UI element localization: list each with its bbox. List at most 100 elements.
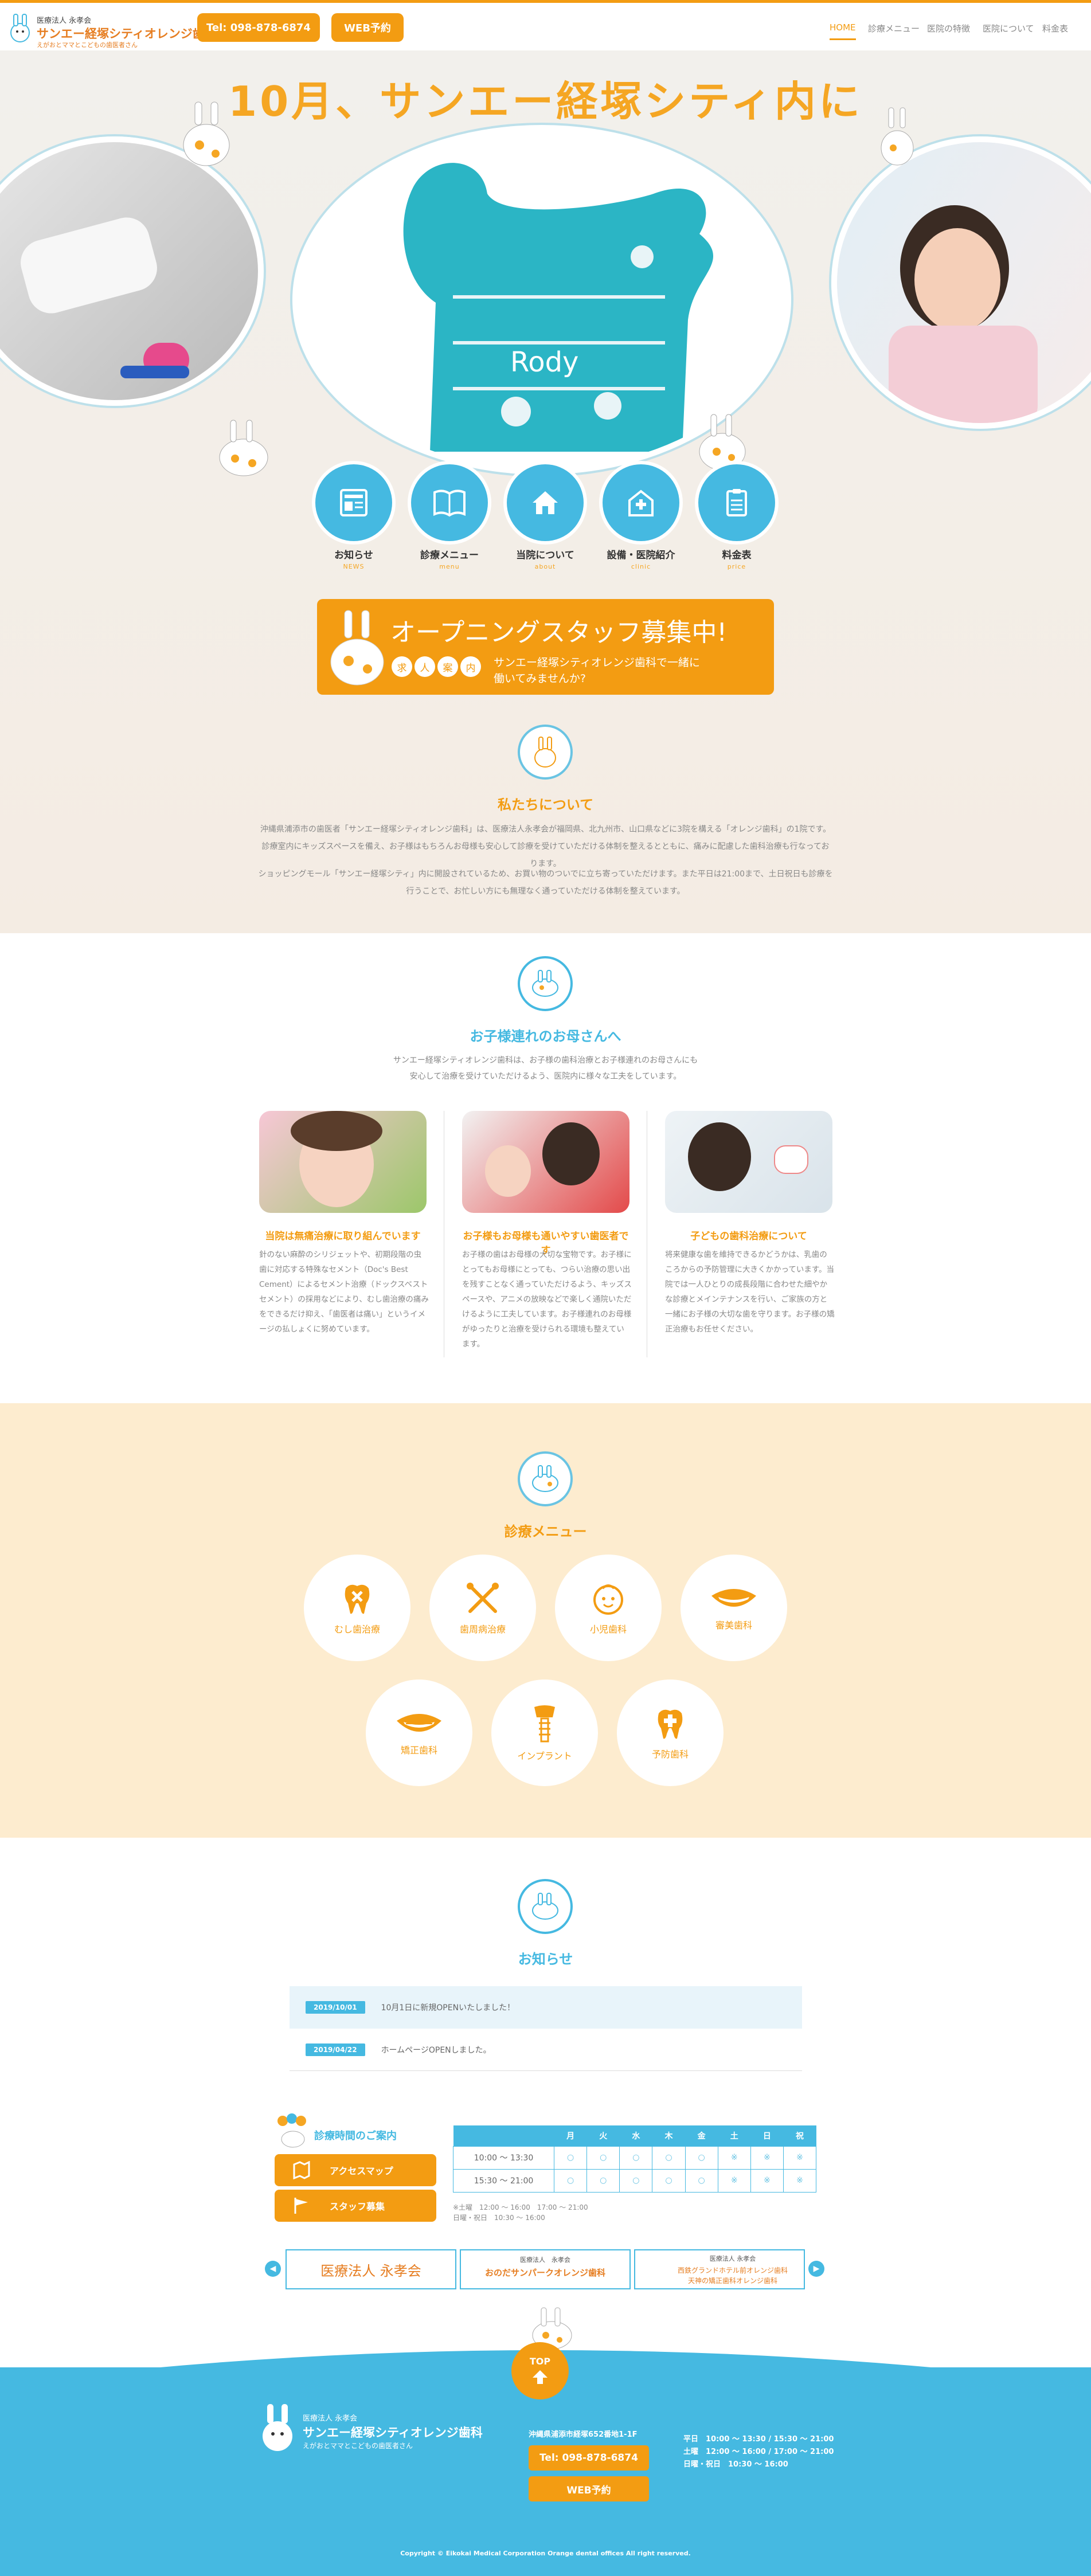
arrow-up-icon: [533, 2370, 548, 2384]
logo-corp: 医療法人 永孝会: [37, 17, 92, 25]
rody-mascot-icon: [219, 420, 268, 476]
decayed-tooth-icon: [345, 1584, 370, 1614]
menu-periodontal-button[interactable]: 歯周病治療: [429, 1555, 536, 1661]
card-photo-girl-flower: [259, 1111, 427, 1213]
kids-intro-1: サンエー経塚シティオレンジ歯科は、お子様の歯科治療とお子様連れのお母さんにも: [393, 1056, 698, 1065]
banner-tenjin[interactable]: 医療法人 永孝会 西鉄グランドホテル前オレンジ歯科 天神の矯正歯科オレンジ歯科: [634, 2249, 805, 2289]
schedule-time: 10:00 ～ 13:30: [453, 2146, 554, 2170]
footer-web-button[interactable]: WEB予約: [529, 2476, 649, 2501]
tel-button[interactable]: Tel: 098-878-6874: [197, 13, 320, 42]
quicknav-about-button[interactable]: [507, 464, 584, 541]
kids-intro-2: 安心して治療を受けていただけるよう、医院内に様々な工夫をしています。: [409, 1072, 682, 1081]
web-reserve-button[interactable]: WEB予約: [331, 13, 404, 42]
quicknav-clinic-button[interactable]: [603, 464, 679, 541]
schedule-cell: ○: [553, 2168, 588, 2193]
menu-cosmetic-button[interactable]: 審美歯科: [681, 1555, 787, 1661]
rody-icon: [534, 737, 556, 768]
footer-sub: えがおとママとこどもの歯医者さん: [303, 2442, 413, 2450]
dental-tools-icon: [467, 1583, 499, 1613]
quicknav-about-label: 当院について: [516, 550, 574, 561]
schedule-row: 10:00 ～ 13:30 ○ ○ ○ ○ ○ ※ ※ ※: [453, 2146, 817, 2170]
news-title: お知らせ: [518, 1951, 573, 1967]
quicknav-menu-label: 診療メニュー: [420, 550, 479, 561]
access-map-button[interactable]: アクセスマップ: [275, 2154, 436, 2186]
menu-orthodontic-button[interactable]: 矯正歯科: [366, 1680, 472, 1786]
menu-caries-button[interactable]: むし歯治療: [304, 1555, 410, 1661]
menu-cosmetic-label: 審美歯科: [715, 1620, 752, 1631]
menu-periodontal-label: 歯周病治療: [459, 1624, 506, 1635]
staff-recruit-label: スタッフ募集: [330, 2201, 385, 2212]
news-item[interactable]: 2019/04/22 ホームページOPENしました。: [290, 2029, 802, 2071]
site-logo[interactable]: 医療法人 永孝会 サンエー経塚シティオレンジ歯科 えがおとママとこどもの歯医者さ…: [8, 11, 217, 49]
schedule-cell: ※: [783, 2146, 817, 2170]
schedule-title: 診療時間のご案内: [314, 2130, 397, 2142]
nav-home[interactable]: HOME: [830, 22, 856, 40]
logo-sub: えがおとママとこどもの歯医者さん: [37, 41, 138, 49]
quicknav-price-sub: price: [727, 563, 746, 570]
news-date: 2019/04/22: [306, 2043, 365, 2056]
nav-about[interactable]: 医院について: [983, 22, 1034, 34]
banner-prev-icon[interactable]: ◀: [265, 2261, 281, 2277]
rody-mascot-icon: [881, 107, 914, 166]
menu-implant-button[interactable]: インプラント: [491, 1680, 598, 1786]
rody-text: Rody: [510, 346, 578, 378]
staff-recruit-button[interactable]: スタッフ募集: [275, 2190, 436, 2222]
quicknav-price-label: 料金表: [722, 550, 752, 561]
nav-menu[interactable]: 診療メニュー: [868, 22, 920, 34]
quicknav-about-sub: about: [534, 563, 556, 570]
menu-implant-label: インプラント: [517, 1751, 572, 1761]
schedule-cell: ○: [553, 2146, 588, 2170]
banner-onoda-corp: 医療法人 永孝会: [520, 2256, 570, 2264]
flag-icon: [294, 2198, 308, 2214]
news-text: ホームページOPENしました。: [381, 2045, 491, 2055]
menu-pediatric-button[interactable]: 小児歯科: [555, 1555, 662, 1661]
back-to-top-label: TOP: [529, 2356, 551, 2367]
schedule-header: 木: [652, 2125, 685, 2146]
nav-price[interactable]: 料金表: [1042, 22, 1068, 34]
schedule-cell: ○: [685, 2146, 718, 2170]
kids-badge: [518, 956, 573, 1011]
quicknav-menu-sub: menu: [439, 563, 460, 570]
banner-tenjin-corp: 医療法人 永孝会: [709, 2255, 756, 2262]
hospital-icon: [628, 490, 654, 516]
schedule-header: 月: [554, 2125, 587, 2146]
schedule-cell: ○: [685, 2168, 718, 2193]
back-to-top-button[interactable]: TOP: [511, 2342, 569, 2399]
schedule-row: 15:30 ～ 21:00 ○ ○ ○ ○ ○ ※ ※ ※: [453, 2168, 817, 2193]
rody-logo-icon: [263, 2404, 292, 2451]
schedule-cell: ○: [652, 2168, 686, 2193]
schedule-cell: ※: [750, 2168, 784, 2193]
card-photo-mother-child: [462, 1111, 629, 1213]
schedule-header: [453, 2125, 554, 2146]
banner-eikokai[interactable]: 医療法人 永孝会: [286, 2249, 456, 2289]
schedule-cell: ○: [586, 2168, 620, 2193]
schedule-header: 火: [586, 2125, 620, 2146]
card-text-easy-visit: お子様の歯はお母様の大切な宝物です。お子様にとってもお母様にとっても、つらい治療…: [462, 1250, 632, 1349]
schedule-cell: ○: [652, 2146, 686, 2170]
rody-icon: [532, 1893, 558, 1920]
footer-tel-button[interactable]: Tel: 098-878-6874: [529, 2445, 649, 2471]
menu-preventive-button[interactable]: 予防歯科: [617, 1680, 724, 1786]
quicknav-news-button[interactable]: [315, 464, 392, 541]
about-paragraph-2: ショッピングモール「サンエー経塚シティ」内に開設されているため、お買い物のついで…: [258, 870, 833, 896]
recruit-tag: 人: [414, 656, 435, 677]
card-title-painless: 当院は無痛治療に取り組んでいます: [265, 1231, 421, 1242]
schedule-header-row: 月 火 水 木 金 土 日 祝: [453, 2125, 816, 2146]
about-badge: [518, 725, 573, 780]
schedule-cell: ○: [619, 2146, 653, 2170]
recruit-banner[interactable]: オープニングスタッフ募集中! 求 人 案 内 サンエー経塚シティオレンジ歯科で一…: [317, 599, 774, 695]
schedule-cell: ○: [619, 2168, 653, 2193]
recruit-text2: 働いてみませんか?: [494, 672, 586, 685]
footer-address: 沖縄県浦添市経塚652番地1-1F: [529, 2430, 638, 2439]
nav-features[interactable]: 医院の特徴: [927, 22, 970, 34]
smile-icon: [711, 1589, 756, 1607]
banner-next-icon[interactable]: ▶: [808, 2261, 824, 2277]
news-item[interactable]: 2019/10/01 10月1日に新規OPENいたしました！: [290, 1986, 802, 2029]
schedule-note-1: ※土曜 12:00 ～ 16:00 17:00 ～ 21:00: [453, 2203, 588, 2211]
banner-onoda[interactable]: 医療法人 永孝会 おのだサンパークオレンジ歯科: [460, 2249, 631, 2289]
footer-hours-sat: 土曜 12:00 ～ 16:00 / 17:00 ～ 21:00: [683, 2448, 834, 2456]
quicknav-price-button[interactable]: [698, 464, 775, 541]
card-text-pediatric: 将来健康な歯を維持できるかどうかは、乳歯のころからの予防管理に大きくかかっていま…: [665, 1250, 835, 1334]
quicknav-menu-button[interactable]: [411, 464, 488, 541]
map-icon: [293, 2161, 310, 2179]
